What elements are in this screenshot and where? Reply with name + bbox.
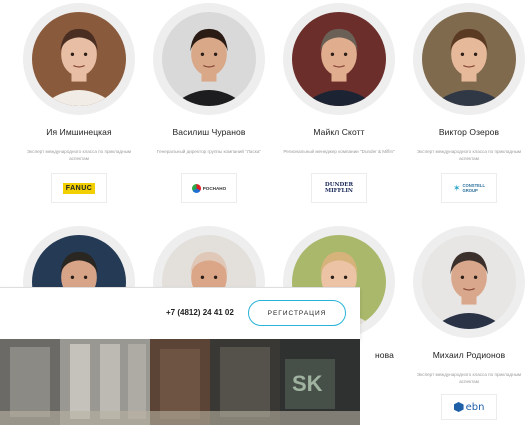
star-icon: ✶ bbox=[452, 182, 461, 193]
sticky-header: +7 (4812) 24 41 02 РЕГИСТРАЦИЯ bbox=[0, 287, 360, 339]
speaker-name: Ия Имшинецкая bbox=[46, 127, 112, 137]
svg-text:SK: SK bbox=[292, 371, 323, 396]
company-logo-ebn: ebn bbox=[441, 394, 497, 420]
speaker-name: Василиш Чуранов bbox=[172, 127, 246, 137]
company-logo-dunder-mifflin: DUNDER MIFFLIN bbox=[311, 173, 367, 203]
company-logo-constell: ✶ CONSTELL GROUP bbox=[441, 173, 497, 203]
speaker-role: Эксперт международного класса по приклад… bbox=[26, 149, 132, 161]
ebn-hex-icon bbox=[453, 402, 464, 412]
avatar-ring bbox=[413, 3, 525, 115]
portrait-illustration bbox=[292, 12, 386, 106]
speaker-role: Эксперт международного класса по приклад… bbox=[416, 149, 522, 161]
building-photo: SK bbox=[0, 339, 360, 425]
speaker-name: Виктор Озеров bbox=[438, 127, 500, 137]
phone-number[interactable]: +7 (4812) 24 41 02 bbox=[166, 308, 234, 317]
avatar bbox=[162, 12, 256, 106]
portrait-illustration bbox=[422, 12, 516, 106]
rosnano-mark-icon bbox=[191, 183, 201, 193]
avatar bbox=[292, 12, 386, 106]
speaker-role: Генеральный директор группы компаний "Ла… bbox=[156, 149, 262, 154]
avatar bbox=[422, 235, 516, 329]
speaker-role: Региональный менеджер компании "Dunder &… bbox=[283, 149, 395, 154]
avatar-ring bbox=[413, 226, 525, 338]
hero-photo: SK bbox=[0, 339, 360, 425]
avatar bbox=[422, 12, 516, 106]
avatar-ring bbox=[23, 3, 135, 115]
speaker-name: Майкл Скотт bbox=[313, 127, 365, 137]
speaker-name: Михаил Родионов bbox=[432, 350, 506, 360]
avatar-ring bbox=[153, 3, 265, 115]
company-logo-fanuc: FANUC bbox=[51, 173, 107, 203]
portrait-illustration bbox=[422, 235, 516, 329]
speaker-role: Эксперт международного класса по приклад… bbox=[416, 372, 522, 384]
company-logo-rosnano: РОСНАНО bbox=[181, 173, 237, 203]
avatar bbox=[32, 12, 126, 106]
portrait-illustration bbox=[162, 12, 256, 106]
portrait-illustration bbox=[32, 12, 126, 106]
avatar-ring bbox=[283, 3, 395, 115]
register-button[interactable]: РЕГИСТРАЦИЯ bbox=[248, 300, 346, 326]
